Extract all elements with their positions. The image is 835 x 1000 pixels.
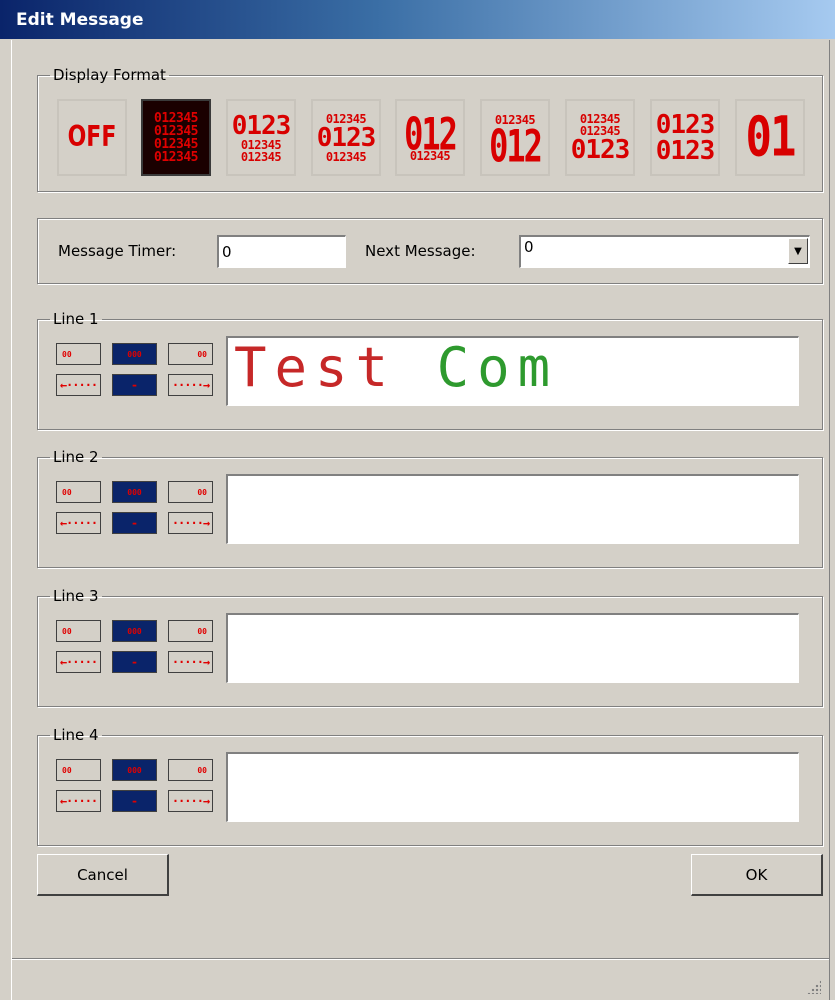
format-two-small-medium-button[interactable]: 012345 012345 0123 xyxy=(565,99,635,176)
line-2-scroll-right-button[interactable]: ·····→ xyxy=(168,512,213,534)
resize-grip-icon[interactable] xyxy=(807,980,821,994)
line-3-align-right-button[interactable]: 00 xyxy=(168,620,213,642)
line-1-text-field[interactable]: Test Com xyxy=(226,336,799,406)
line-4-scroll-right-button[interactable]: ·····→ xyxy=(168,790,213,812)
line-1-red-text: Test xyxy=(234,336,397,399)
line-4-led-text xyxy=(234,754,792,814)
line-2-scroll-left-button[interactable]: ←····· xyxy=(56,512,101,534)
line-4-scroll-left-button[interactable]: ←····· xyxy=(56,790,101,812)
line-1-scroll-left-button[interactable]: ←····· xyxy=(56,374,101,396)
line-2-led-text xyxy=(234,476,792,536)
next-message-label: Next Message: xyxy=(365,242,476,260)
message-timer-input[interactable] xyxy=(217,235,346,268)
format-small-medium-small-button[interactable]: 012345 0123 012345 xyxy=(311,99,381,176)
status-bar xyxy=(12,958,829,1000)
line-1-align-right-button[interactable]: 00 xyxy=(168,343,213,365)
scroll-left-arrow-icon: ←····· xyxy=(59,794,98,808)
line-1-scroll-none-button[interactable]: - xyxy=(112,374,157,396)
format-four-lines-button[interactable]: 012345 012345 012345 012345 xyxy=(141,99,211,176)
format-medium-two-small-button[interactable]: 0123 012345 012345 xyxy=(226,99,296,176)
title-bar[interactable]: Edit Message xyxy=(0,0,835,40)
next-message-dropdown-button[interactable]: ▼ xyxy=(788,238,808,264)
display-format-legend: Display Format xyxy=(53,66,166,84)
format-two-medium-button[interactable]: 0123 0123 xyxy=(650,99,720,176)
line-3-text-field[interactable] xyxy=(226,613,799,683)
line-1-scroll-right-button[interactable]: ·····→ xyxy=(168,374,213,396)
message-timer-label: Message Timer: xyxy=(58,242,177,260)
format-small-large-button[interactable]: 012345 012 xyxy=(480,99,550,176)
line-4-align-center-button[interactable]: 000 xyxy=(112,759,157,781)
line-3-align-left-button[interactable]: 00 xyxy=(56,620,101,642)
scroll-right-arrow-icon: ·····→ xyxy=(171,516,210,530)
line-4-scroll-none-button[interactable]: - xyxy=(112,790,157,812)
line-1-green-text: Com xyxy=(436,336,559,399)
scroll-right-arrow-icon: ·····→ xyxy=(171,378,210,392)
line-1-align-center-button[interactable]: 000 xyxy=(112,343,157,365)
line-4-align-right-button[interactable]: 00 xyxy=(168,759,213,781)
line-2-align-left-button[interactable]: 00 xyxy=(56,481,101,503)
format-extra-large-button[interactable]: 01 xyxy=(735,99,805,176)
scroll-left-arrow-icon: ←····· xyxy=(59,378,98,392)
line-3-legend: Line 3 xyxy=(53,587,99,605)
scroll-left-arrow-icon: ←····· xyxy=(59,655,98,669)
next-message-select[interactable]: 0 xyxy=(519,235,810,268)
line-4-align-left-button[interactable]: 00 xyxy=(56,759,101,781)
scroll-right-arrow-icon: ·····→ xyxy=(171,655,210,669)
line-3-led-text xyxy=(234,615,792,675)
line-2-text-field[interactable] xyxy=(226,474,799,544)
line-1-align-left-button[interactable]: 00 xyxy=(56,343,101,365)
next-message-value: 0 xyxy=(524,238,534,256)
ok-button[interactable]: OK xyxy=(691,854,823,896)
window-left-border xyxy=(0,40,12,1000)
line-3-scroll-right-button[interactable]: ·····→ xyxy=(168,651,213,673)
line-2-scroll-none-button[interactable]: - xyxy=(112,512,157,534)
line-3-scroll-left-button[interactable]: ←····· xyxy=(56,651,101,673)
scroll-left-arrow-icon: ←····· xyxy=(59,516,98,530)
line-1-led-text: Test Com xyxy=(234,338,792,398)
chevron-down-icon: ▼ xyxy=(794,245,802,257)
line-1-legend: Line 1 xyxy=(53,310,99,328)
window-right-border xyxy=(829,40,835,1000)
line-2-align-right-button[interactable]: 00 xyxy=(168,481,213,503)
line-2-legend: Line 2 xyxy=(53,448,99,466)
cancel-button[interactable]: Cancel xyxy=(37,854,169,896)
format-large-small-button[interactable]: 012 012345 xyxy=(395,99,465,176)
window-title: Edit Message xyxy=(16,10,144,30)
format-off-button[interactable]: OFF xyxy=(57,99,127,176)
line-4-text-field[interactable] xyxy=(226,752,799,822)
line-3-scroll-none-button[interactable]: - xyxy=(112,651,157,673)
line-4-legend: Line 4 xyxy=(53,726,99,744)
line-3-align-center-button[interactable]: 000 xyxy=(112,620,157,642)
scroll-right-arrow-icon: ·····→ xyxy=(171,794,210,808)
line-2-align-center-button[interactable]: 000 xyxy=(112,481,157,503)
